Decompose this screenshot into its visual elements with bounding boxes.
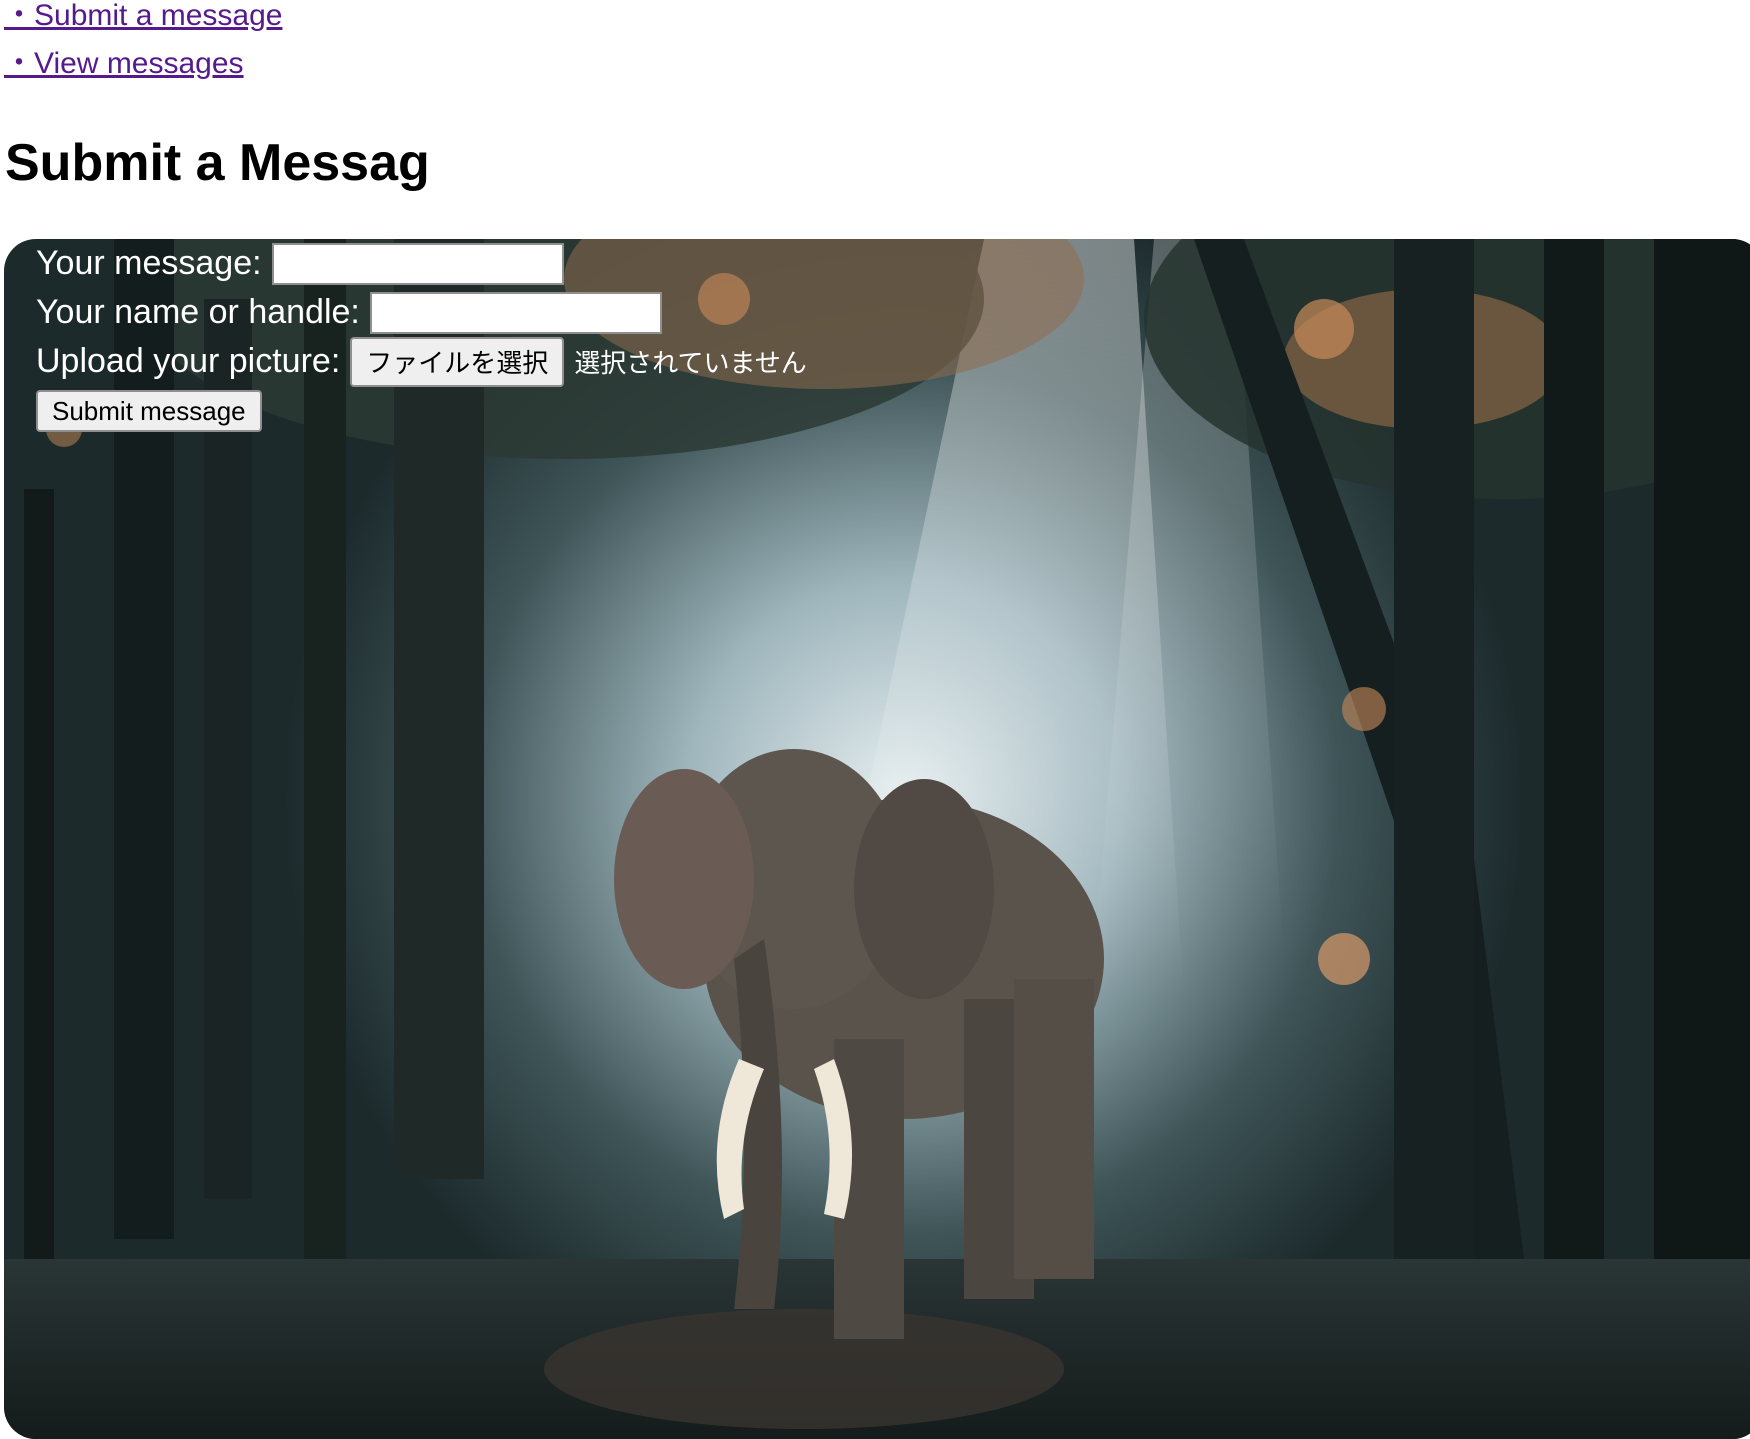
message-form: Your message: Your name or handle: Uploa… (36, 239, 807, 432)
message-row: Your message: (36, 239, 807, 288)
name-row: Your name or handle: (36, 288, 807, 337)
form-panel: Your message: Your name or handle: Uploa… (4, 239, 1750, 1439)
file-status-text: 選択されていません (574, 348, 807, 378)
picture-row: Upload your picture: ファイルを選択 選択されていません (36, 336, 807, 387)
submit-message-button[interactable]: Submit message (36, 390, 262, 432)
name-label: Your name or handle: (36, 293, 360, 331)
picture-label: Upload your picture: (36, 342, 341, 380)
message-input[interactable] (271, 242, 564, 285)
view-messages-link[interactable]: ・View messages (4, 40, 282, 88)
choose-file-button[interactable]: ファイルを選択 (350, 336, 565, 387)
submit-message-link[interactable]: ・Submit a message (4, 0, 282, 40)
message-label: Your message: (36, 244, 262, 282)
page-title: Submit a Messag (5, 134, 430, 192)
name-input[interactable] (369, 291, 662, 334)
nav-links: ・Submit a message ・View messages (4, 0, 282, 88)
